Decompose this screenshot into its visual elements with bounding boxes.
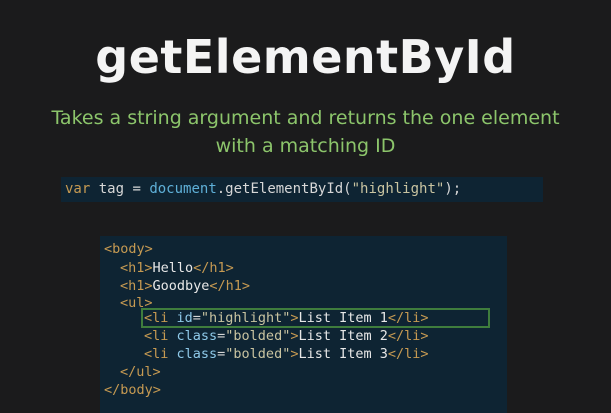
code-line-ul-close: </ul> [120,364,161,380]
code-end: ); [444,181,462,197]
code-line-li-bolded-3: <li class="bolded">List Item 3</li> [144,346,429,362]
slide-title: getElementById [95,30,516,84]
js-code-snippet: var tag = document.getElementById("highl… [61,177,543,202]
code-keyword: var [65,181,91,197]
code-line-li-highlight: <li id="highlight">List Item 1</li> [144,310,429,326]
code-object: document [149,181,217,197]
code-line-body-open: <body> [104,241,153,257]
code-line-h1-hello: <h1>Hello</h1> [120,260,234,276]
html-code-panel: <body> <h1>Hello</h1> <h1>Goodbye</h1> <… [100,236,507,413]
code-line-body-close: </body> [104,382,161,398]
code-variable: tag = [90,181,150,197]
code-string-arg: "highlight" [351,181,445,197]
code-method: .getElementById( [216,181,352,197]
code-line-li-bolded-2: <li class="bolded">List Item 2</li> [144,328,429,344]
slide-subtitle: Takes a string argument and returns the … [51,107,560,157]
